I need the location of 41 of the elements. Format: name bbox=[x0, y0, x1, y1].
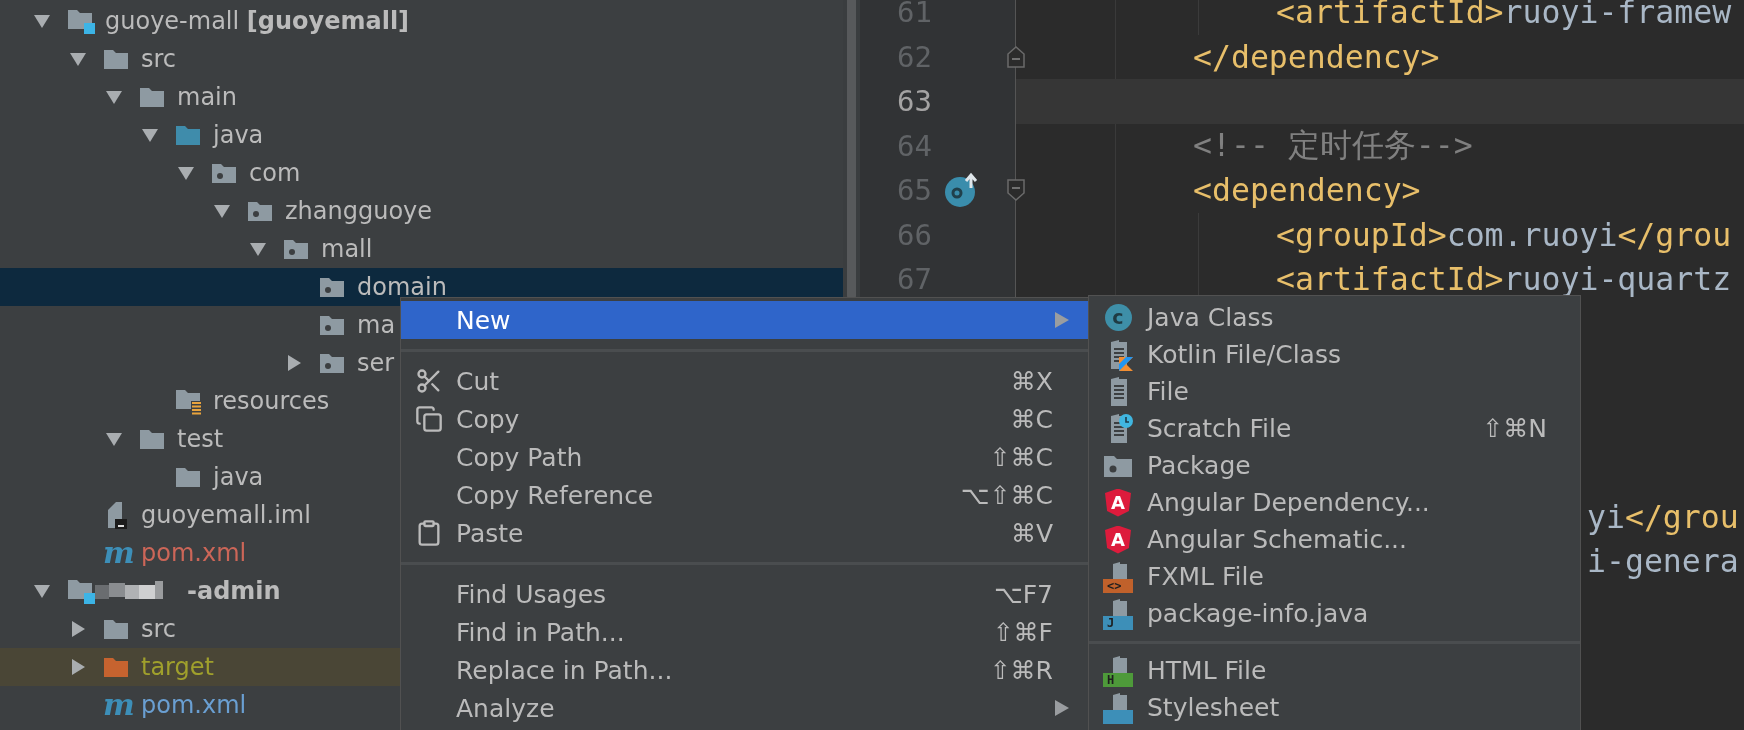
tree-item-label: main bbox=[177, 82, 237, 112]
tree-item-label: resources bbox=[213, 386, 330, 416]
tree-item-label: com bbox=[249, 158, 301, 188]
angular-shield-icon: A bbox=[1105, 525, 1131, 554]
code-line: <groupId>com.ruoyi</grou bbox=[1016, 212, 1744, 257]
code-line: </dependency> bbox=[1192, 37, 1441, 77]
class-icon: c bbox=[1104, 304, 1132, 331]
code-line: <dependency> bbox=[1192, 171, 1422, 211]
tree-item-label: target bbox=[141, 652, 214, 682]
tree-item-label: test bbox=[177, 424, 224, 454]
tree-item-label: guoyemall.iml bbox=[141, 500, 311, 530]
shortcut-label: ⇧⌘C bbox=[989, 442, 1053, 472]
code-line: yi</grou bbox=[1587, 498, 1739, 535]
shortcut-label: ⌥F7 bbox=[993, 579, 1053, 609]
shortcut-label: ⌥⇧⌘C bbox=[960, 480, 1053, 510]
tree-item-label: ma bbox=[357, 310, 396, 340]
tree-item-label: guoye-mall [guoyemall] bbox=[105, 6, 410, 36]
angular-shield-icon: A bbox=[1105, 488, 1131, 517]
tree-item-label: src bbox=[141, 44, 177, 74]
code-line: <!-- 定时任务--> bbox=[1192, 125, 1474, 165]
shortcut-label: ⌘X bbox=[1010, 366, 1053, 396]
shortcut-label: ⌘V bbox=[1010, 518, 1053, 548]
tree-item-label: pom.xml bbox=[141, 538, 247, 568]
tree-item-label: src bbox=[141, 614, 177, 644]
tree-item-label: java bbox=[213, 462, 264, 492]
shortcut-label: ⇧⌘R bbox=[989, 655, 1053, 685]
tree-item-label: mall bbox=[321, 234, 373, 264]
tree-item-label: ser bbox=[357, 348, 395, 378]
tree-item-label: domain bbox=[357, 272, 447, 302]
tree-item-label: zhangguoye bbox=[285, 196, 433, 226]
shortcut-label: ⇧⌘N bbox=[1482, 414, 1547, 443]
code-line: <artifactId>ruoyi-framew bbox=[1016, 0, 1744, 35]
maven-mark: m bbox=[103, 539, 135, 567]
shortcut-label: ⇧⌘F bbox=[992, 617, 1053, 647]
maven-mark: m bbox=[103, 691, 135, 719]
line-number: 63 bbox=[896, 84, 932, 119]
tree-item-label: pom.xml bbox=[141, 690, 247, 720]
tree-item-label: java bbox=[213, 120, 264, 150]
shortcut-label: ⌘C bbox=[1010, 404, 1053, 434]
code-line: i-genera bbox=[1587, 543, 1739, 580]
tree-item-label: -admin bbox=[187, 576, 281, 606]
